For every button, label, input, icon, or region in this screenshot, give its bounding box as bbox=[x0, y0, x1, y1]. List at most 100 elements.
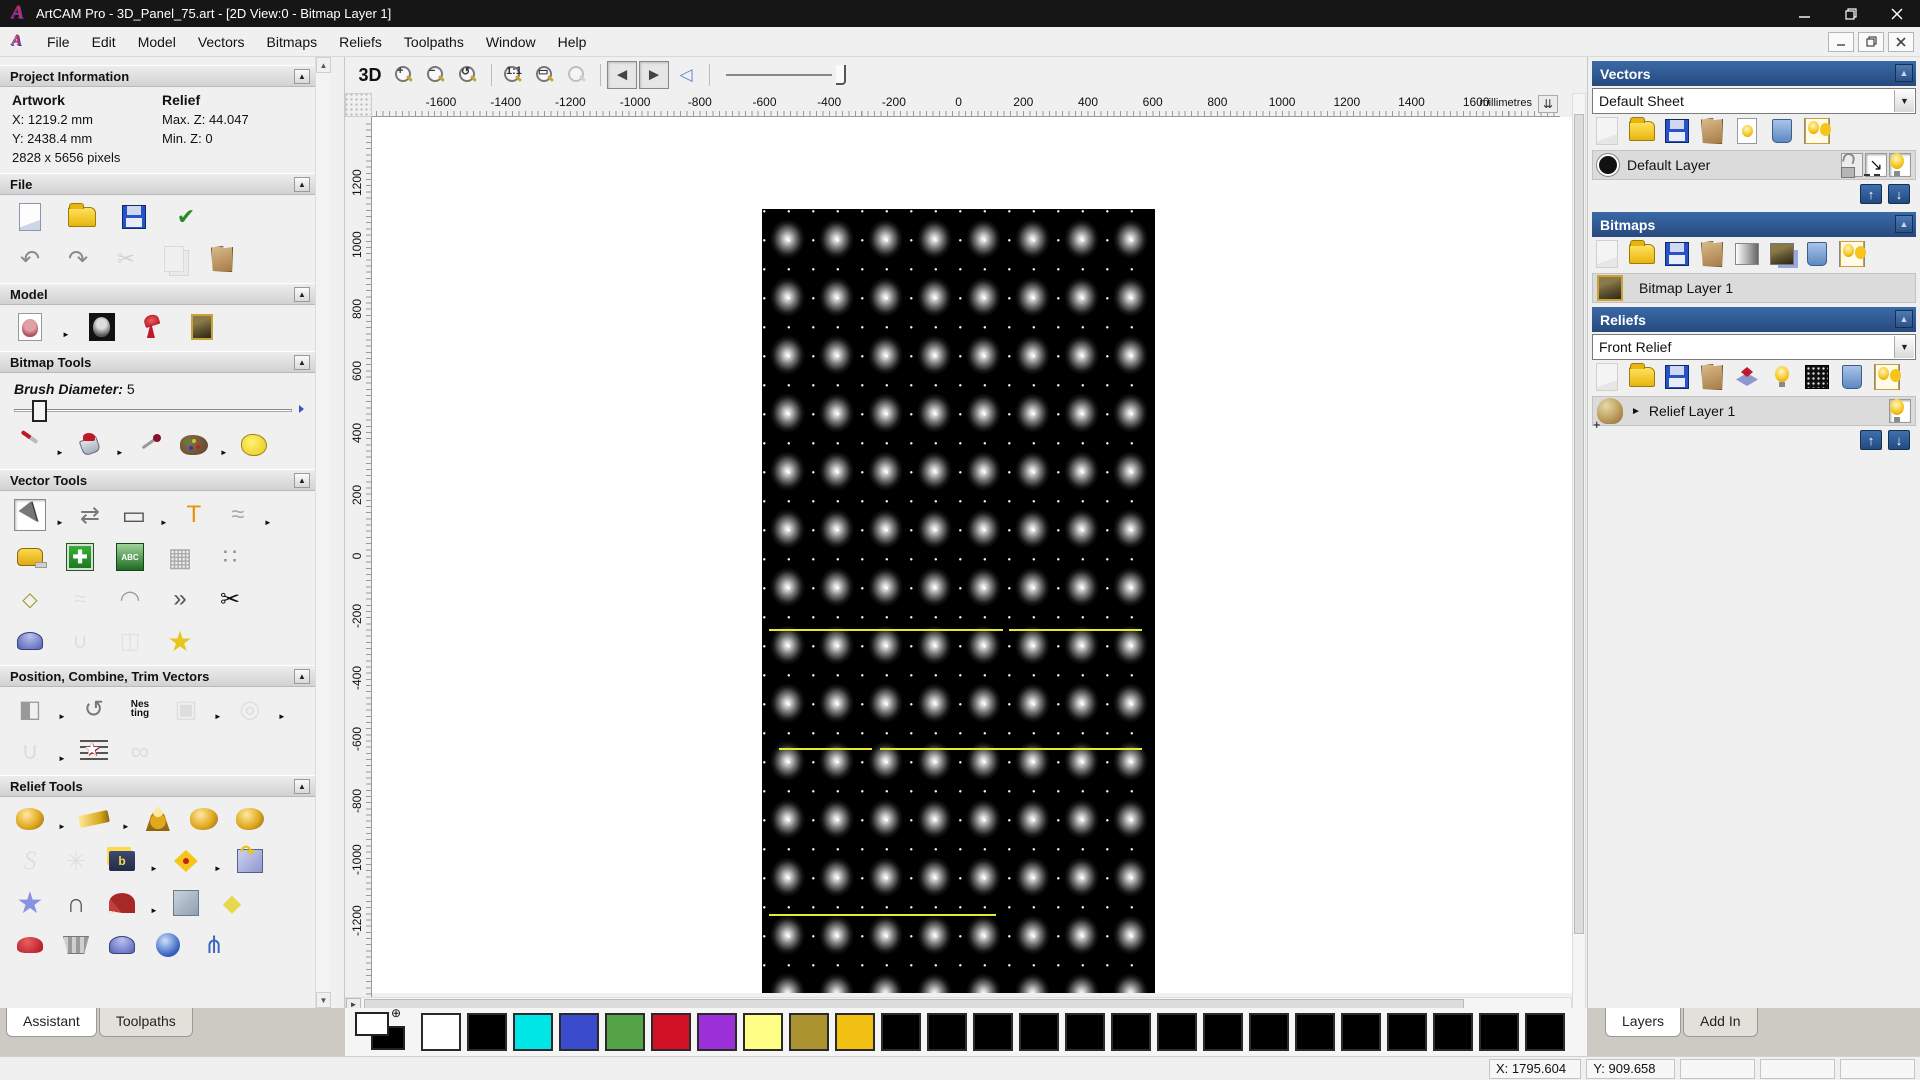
distort-vectors-icon[interactable]: ≈ bbox=[222, 499, 254, 531]
palette-swatch-23[interactable] bbox=[1479, 1013, 1519, 1051]
merge-vectors-icon[interactable] bbox=[1699, 118, 1725, 144]
vector-texture-icon[interactable] bbox=[78, 735, 110, 767]
section-bitmap-tools[interactable]: Bitmap Tools ▲ bbox=[0, 351, 316, 373]
texture-relief-icon[interactable] bbox=[170, 887, 202, 919]
menu-help[interactable]: Help bbox=[547, 30, 598, 54]
create-text-icon[interactable]: T bbox=[178, 499, 210, 531]
colour-picker-icon[interactable] bbox=[134, 429, 166, 461]
collapse-button[interactable]: ▲ bbox=[294, 177, 310, 192]
guide-line[interactable] bbox=[769, 629, 1004, 631]
guide-line[interactable] bbox=[1009, 629, 1142, 631]
palette-swatch-7[interactable] bbox=[743, 1013, 783, 1051]
extrude-vector-icon[interactable] bbox=[14, 625, 46, 657]
ruler-origin-icon[interactable] bbox=[345, 93, 372, 117]
save-vectors-icon[interactable] bbox=[1664, 118, 1690, 144]
align-vectors-icon[interactable]: ◧ bbox=[14, 693, 46, 725]
preferences-icon[interactable]: ✔ bbox=[170, 201, 202, 233]
palette-swatch-0[interactable] bbox=[421, 1013, 461, 1051]
bitmaps-header[interactable]: Bitmaps ▲ bbox=[1592, 212, 1916, 237]
collapse-button[interactable]: ▲ bbox=[294, 355, 310, 370]
sheet-selector[interactable]: Default Sheet ▼ bbox=[1592, 88, 1916, 114]
primary-colour-swatch[interactable] bbox=[355, 1012, 389, 1036]
paste-relief-icon[interactable]: ◆ bbox=[216, 887, 248, 919]
paint-brush-flyout-icon[interactable]: ► bbox=[56, 448, 64, 457]
tab-toolpaths[interactable]: Toolpaths bbox=[99, 1008, 193, 1037]
section-vector-tools[interactable]: Vector Tools ▲ bbox=[0, 469, 316, 491]
weave-wizard-icon[interactable]: ✳ bbox=[60, 845, 92, 877]
view-3d-button[interactable]: 3D bbox=[353, 61, 387, 89]
palette-swatch-11[interactable] bbox=[927, 1013, 967, 1051]
palette-swatch-18[interactable] bbox=[1249, 1013, 1289, 1051]
undo-icon[interactable]: ↶ bbox=[14, 243, 46, 275]
zoom-out-button[interactable]: − bbox=[421, 61, 451, 89]
open-bitmap-icon[interactable] bbox=[1629, 241, 1655, 267]
palette-swatch-20[interactable] bbox=[1341, 1013, 1381, 1051]
snap-layer-button[interactable]: ↘ bbox=[1865, 153, 1887, 177]
palette-swatch-9[interactable] bbox=[835, 1013, 875, 1051]
join-vectors-icon[interactable]: ∪ bbox=[14, 735, 46, 767]
scroll-up-button[interactable]: ▲ bbox=[316, 57, 331, 73]
menu-bitmaps[interactable]: Bitmaps bbox=[256, 30, 329, 54]
palette-swatch-10[interactable] bbox=[881, 1013, 921, 1051]
menu-model[interactable]: Model bbox=[127, 30, 187, 54]
star-relief-icon[interactable]: ★ bbox=[14, 887, 46, 919]
new-relief-layer-icon[interactable] bbox=[1594, 364, 1620, 390]
tab-assistant[interactable]: Assistant bbox=[6, 1008, 97, 1037]
brush-diameter-slider[interactable] bbox=[14, 399, 302, 423]
collapse-button[interactable]: ▲ bbox=[294, 669, 310, 684]
menu-edit[interactable]: Edit bbox=[81, 30, 127, 54]
toggle-sheet-visibility-icon[interactable] bbox=[1734, 118, 1760, 144]
relief-visibility-button[interactable] bbox=[1889, 399, 1911, 423]
palette-swatch-22[interactable] bbox=[1433, 1013, 1473, 1051]
shape-editor-icon[interactable] bbox=[78, 803, 110, 835]
weld-vectors-icon[interactable]: ◎ bbox=[234, 693, 266, 725]
panel-scrollbar[interactable]: ▲ ▼ bbox=[315, 57, 331, 1008]
relief-visibility-icon[interactable] bbox=[1769, 364, 1795, 390]
snap-points-icon[interactable]: ∷ bbox=[214, 541, 246, 573]
palette-swatch-16[interactable] bbox=[1157, 1013, 1197, 1051]
dropdown-arrow-icon[interactable]: ▼ bbox=[1894, 336, 1914, 358]
interlock-vectors-icon[interactable]: ∞ bbox=[124, 735, 156, 767]
child-minimize-button[interactable] bbox=[1828, 32, 1854, 52]
palette-swatch-19[interactable] bbox=[1295, 1013, 1335, 1051]
transfer-to-vector-button[interactable]: ► bbox=[639, 61, 669, 89]
palette-swatch-1[interactable] bbox=[467, 1013, 507, 1051]
paste-icon[interactable] bbox=[206, 243, 238, 275]
palette-swatch-13[interactable] bbox=[1019, 1013, 1059, 1051]
envelope-distortion-icon[interactable]: ▦ bbox=[164, 541, 196, 573]
close-button[interactable] bbox=[1874, 0, 1920, 27]
select-vectors-flyout-icon[interactable]: ► bbox=[56, 518, 64, 527]
reliefs-header[interactable]: Reliefs ▲ bbox=[1592, 307, 1916, 332]
select-vectors-icon[interactable] bbox=[14, 499, 46, 531]
collapse-button[interactable]: ▲ bbox=[294, 779, 310, 794]
slider-track[interactable] bbox=[14, 409, 292, 412]
two-rail-sweep-icon[interactable] bbox=[142, 803, 174, 835]
zoom-1to1-button[interactable]: 1:1 bbox=[498, 61, 528, 89]
scroll-down-button[interactable]: ▼ bbox=[316, 992, 331, 1008]
menu-window[interactable]: Window bbox=[475, 30, 547, 54]
colour-palette-flyout-icon[interactable]: ► bbox=[220, 448, 228, 457]
greyscale-from-model-icon[interactable] bbox=[14, 311, 46, 343]
new-model-icon[interactable] bbox=[14, 201, 46, 233]
fan-relief-icon[interactable] bbox=[106, 887, 138, 919]
transform-vectors-icon[interactable]: ⇄ bbox=[74, 499, 106, 531]
save-relief-icon[interactable] bbox=[1664, 364, 1690, 390]
section-project-information[interactable]: Project Information ▲ bbox=[0, 65, 316, 87]
expander-icon[interactable]: ► bbox=[1631, 406, 1641, 417]
create-star-icon[interactable]: ★ bbox=[164, 625, 196, 657]
merge-relief-icon[interactable] bbox=[1699, 364, 1725, 390]
zoom-slider-handle[interactable] bbox=[836, 65, 846, 85]
primary-secondary-colours[interactable]: ⊕ bbox=[355, 1010, 409, 1054]
palette-swatch-8[interactable] bbox=[789, 1013, 829, 1051]
merge-bitmap-icon[interactable] bbox=[1699, 241, 1725, 267]
delete-relief-layer-icon[interactable] bbox=[1839, 364, 1865, 390]
sphere-relief-icon[interactable] bbox=[152, 929, 184, 961]
palette-swatch-6[interactable] bbox=[697, 1013, 737, 1051]
fillet-corner-icon[interactable]: » bbox=[164, 583, 196, 615]
relief-texture-icon[interactable] bbox=[1804, 364, 1830, 390]
calculate-relief-flyout-icon[interactable]: ► bbox=[58, 822, 66, 831]
nesting-icon[interactable]: Nes ting bbox=[124, 693, 156, 725]
scrollbar-thumb[interactable] bbox=[1574, 114, 1584, 934]
collapse-button[interactable]: ▲ bbox=[294, 287, 310, 302]
vector-layer-row[interactable]: Default Layer ↘ bbox=[1592, 150, 1916, 180]
